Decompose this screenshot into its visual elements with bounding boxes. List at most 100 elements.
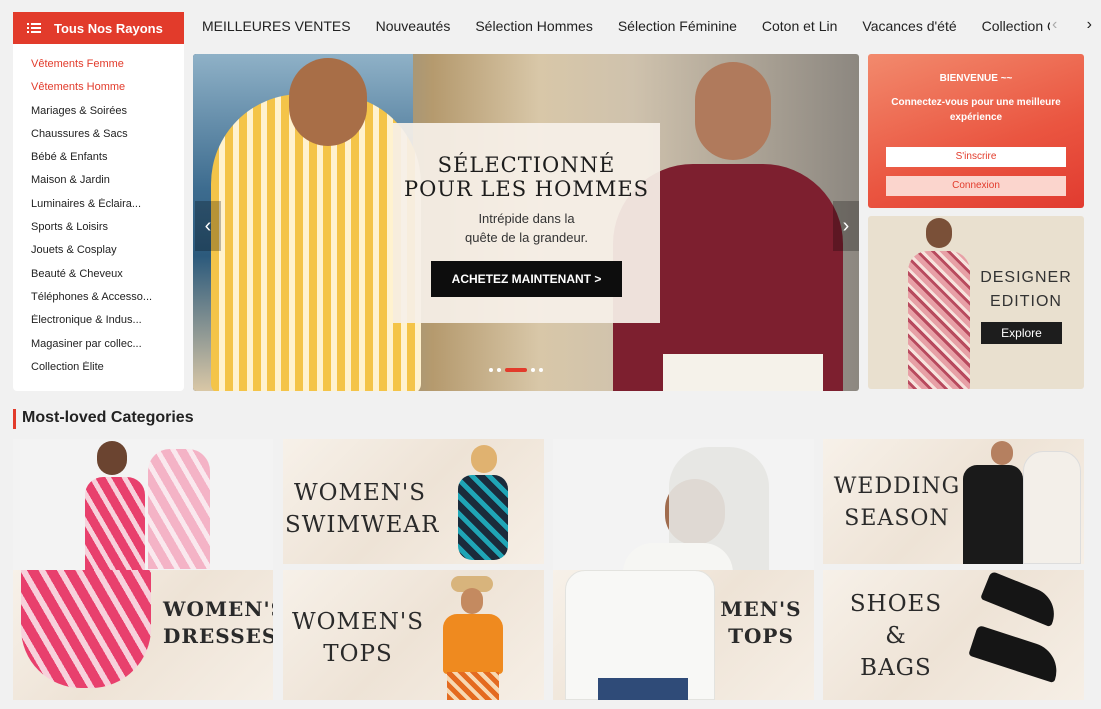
designer-model-dress [908,251,970,389]
hero-model-right-pants [663,354,823,391]
welcome-panel: BIENVENUE ~~ Connectez-vous pour une mei… [868,54,1084,208]
mtops-label: MEN'S TOPS [719,596,803,650]
carousel-next-icon[interactable]: › [833,201,859,251]
sidebar-item-shoes-bags[interactable]: Chaussures & Sacs [13,128,184,151]
sidebar-item-shop-collection[interactable]: Magasiner par collec... [13,338,184,361]
groom-head [991,441,1013,465]
dresses-label-line1: WOMEN'S [163,597,273,621]
section-title: Most-loved Categories [13,409,194,429]
category-tile-dresses-top[interactable] [13,439,273,570]
category-tile-mens-tops[interactable]: MEN'S TOPS [553,570,814,700]
sidebar-item-elite[interactable]: Collection Élite [13,361,184,384]
mtops-label-line2: TOPS [728,624,794,648]
dress-model-figure [85,477,145,570]
shoes-label-line2: & [885,623,907,649]
sidebar-item-lighting[interactable]: Luminaires & Éclaira... [13,198,184,221]
wtops-label: WOMEN'S TOPS [291,606,425,670]
shoes-label-line1: SHOES [849,591,943,617]
nav-link-men[interactable]: Sélection Hommes [475,18,593,34]
carousel-dots [489,368,543,372]
sidebar-item-baby-kids[interactable]: Bébé & Enfants [13,151,184,174]
hero-subtitle-line1: Intrépide dans la [478,211,575,226]
dresses-label: WOMEN'S DRESSES [163,596,273,650]
shoes-label-line3: BAGS [860,655,932,681]
explore-button[interactable]: Explore [981,322,1062,344]
category-tile-dresses[interactable]: WOMEN'S DRESSES [13,570,273,700]
nav-link-summer-holidays[interactable]: Vacances d'été [862,18,956,34]
sidebar-item-beauty[interactable]: Beauté & Cheveux [13,268,184,291]
carousel-dot-active[interactable] [505,368,527,372]
bride-figure [1023,451,1081,564]
nav-link-women[interactable]: Sélection Féminine [618,18,737,34]
category-tile-womens-tops[interactable]: WOMEN'S TOPS [283,570,544,700]
sidebar-item-toys[interactable]: Jouets & Cosplay [13,244,184,267]
nav-scroll-arrows: ‹ › [1052,16,1092,38]
swimwear-label-line2: SWIMWEAR [285,512,440,538]
dress-model-head [97,441,127,475]
dress-skirt-figure [21,570,151,688]
wtops-model-top [443,614,503,674]
hero-banner[interactable]: SÉLECTIONNÉ POUR LES HOMMES Intrépide da… [193,54,859,391]
designer-title-line1: DESIGNER [980,269,1072,286]
designer-title: DESIGNER EDITION [968,266,1084,314]
wedding-label-line1: WEDDING [833,474,961,499]
designer-model-head [926,218,952,248]
shoes-label: SHOES & BAGS [841,588,951,684]
men-jeans-figure [598,678,688,700]
shoe-figure-bottom [968,624,1064,684]
swimwear-label-line1: WOMEN'S [293,480,427,506]
mtops-label-line1: MEN'S [720,597,802,621]
sidebar-item-sports[interactable]: Sports & Loisirs [13,221,184,244]
welcome-heading: BIENVENUE ~~ [939,73,1013,84]
shoe-figure-top [980,570,1062,628]
category-tile-wedding[interactable]: WEDDING SEASON [823,439,1084,564]
signup-button[interactable]: S'inscrire [886,147,1066,167]
category-nav-links: MEILLEURES VENTES Nouveautés Sélection Hom… [202,18,1050,38]
chevron-right-icon[interactable]: › [1087,16,1092,38]
welcome-text: Connectez-vous pour une meilleure expéri… [891,97,1061,123]
swimwear-label: WOMEN'S SWIMWEAR [285,477,440,541]
hero-subtitle: Intrépide dans la quête de la grandeur. [393,209,660,247]
dresses-label-line2: DRESSES [163,624,273,648]
dress-back-figure [148,449,210,569]
login-button[interactable]: Connexion [886,176,1066,196]
wedding-label-line2: SEASON [844,506,950,531]
sidebar-item-women[interactable]: Vêtements Femme [13,58,184,81]
shop-now-button[interactable]: ACHETEZ MAINTENANT > [431,261,622,297]
designer-title-line2: EDITION [990,293,1062,310]
category-tile-mens-tops-top[interactable] [553,439,814,570]
nav-link-new-arrivals[interactable]: Nouveautés [376,18,451,34]
sidebar-item-men[interactable]: Vêtements Homme [13,81,184,104]
carousel-dot[interactable] [497,368,501,372]
carousel-dot[interactable] [489,368,493,372]
hero-model-left-head [289,58,367,146]
sidebar-item-electronics[interactable]: Électronique & Indus... [13,314,184,337]
wtops-label-line1: WOMEN'S [291,609,425,635]
hero-title-line2: POUR LES HOMMES [403,177,650,201]
swimwear-model-head [471,445,497,473]
hero-model-right-head [695,62,771,160]
carousel-dot[interactable] [539,368,543,372]
swimwear-model-figure [458,475,508,560]
hero-title: SÉLECTIONNÉ POUR LES HOMMES [393,153,660,201]
category-tile-swimwear[interactable]: WOMEN'S SWIMWEAR [283,439,544,564]
hero-promo-card: SÉLECTIONNÉ POUR LES HOMMES Intrépide da… [393,123,660,323]
carousel-dot[interactable] [531,368,535,372]
menu-icon [27,22,41,34]
groom-figure [963,465,1023,564]
all-departments-label: Tous Nos Rayons [54,20,163,36]
all-departments-button[interactable]: Tous Nos Rayons [13,12,184,44]
category-tile-shoes-bags[interactable]: SHOES & BAGS [823,570,1084,700]
carousel-prev-icon[interactable]: ‹ [195,201,221,251]
designer-edition-banner[interactable]: DESIGNER EDITION Explore [868,216,1084,389]
hero-title-line1: SÉLECTIONNÉ [437,153,616,177]
wedding-label: WEDDING SEASON [831,471,963,535]
sidebar-item-home-garden[interactable]: Maison & Jardin [13,174,184,197]
chevron-left-icon[interactable]: ‹ [1052,16,1057,38]
sidebar-item-weddings[interactable]: Mariages & Soirées [13,105,184,128]
nav-link-collection[interactable]: Collection Occasion [982,18,1050,34]
nav-link-cotton-linen[interactable]: Coton et Lin [762,18,838,34]
sidebar-item-phones[interactable]: Téléphones & Accesso... [13,291,184,314]
nav-link-best-sellers[interactable]: MEILLEURES VENTES [202,18,351,34]
wtops-model-skirt [447,672,499,700]
